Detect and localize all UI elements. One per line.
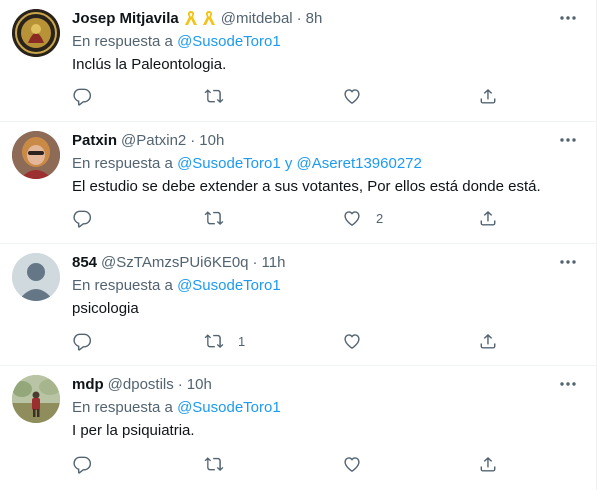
retweet-icon	[204, 86, 224, 106]
more-options-icon[interactable]	[558, 134, 578, 146]
user-handle[interactable]: @SzTAmzsPUi6KE0q	[101, 254, 249, 271]
share-button[interactable]	[478, 331, 498, 351]
yellow-ribbon-icon	[201, 9, 217, 27]
reply-prefix: En respuesta a	[72, 155, 173, 172]
replying-to: En respuesta a @SusodeToro1	[72, 276, 582, 296]
share-button[interactable]	[478, 208, 498, 228]
retweet-icon	[204, 331, 224, 351]
tweet[interactable]: mdp @dpostils · 10h En respuesta a @Suso…	[0, 366, 596, 490]
like-button[interactable]	[342, 454, 376, 474]
reply-button[interactable]	[72, 86, 106, 106]
heart-icon	[342, 331, 362, 351]
separator-dot: ·	[296, 9, 302, 27]
like-button[interactable]	[342, 331, 376, 351]
timestamp[interactable]: 8h	[306, 10, 323, 27]
heart-icon	[342, 208, 362, 228]
user-handle[interactable]: @dpostils	[108, 376, 174, 393]
tweet[interactable]: 854 @SzTAmzsPUi6KE0q · 11h En respuesta …	[0, 244, 596, 366]
retweet-button[interactable]	[204, 208, 238, 228]
share-button[interactable]	[478, 86, 498, 106]
reply-and-word: y	[284, 155, 293, 172]
tweet[interactable]: Josep Mitjavila @mitdebal · 8h En respue…	[0, 0, 596, 122]
replying-to: En respuesta a @SusodeToro1 y @Aseret139…	[72, 154, 582, 174]
display-name[interactable]: Patxin	[72, 132, 117, 149]
share-button[interactable]	[478, 454, 498, 474]
avatar[interactable]	[12, 131, 60, 179]
reply-icon	[72, 454, 92, 474]
like-count: 2	[376, 210, 384, 226]
share-icon	[478, 454, 498, 474]
timestamp[interactable]: 10h	[199, 132, 224, 149]
avatar[interactable]	[12, 375, 60, 423]
separator-dot: ·	[190, 131, 196, 149]
reply-icon	[72, 331, 92, 351]
heart-icon	[342, 454, 362, 474]
yellow-ribbon-icon	[183, 9, 199, 27]
reply-feed: Josep Mitjavila @mitdebal · 8h En respue…	[0, 0, 597, 490]
avatar[interactable]	[12, 9, 60, 57]
like-button[interactable]: 2	[342, 208, 383, 228]
retweet-icon	[204, 208, 224, 228]
more-options-icon[interactable]	[558, 378, 578, 390]
tweet[interactable]: Patxin @Patxin2 · 10h En respuesta a @Su…	[0, 122, 596, 244]
heart-icon	[342, 86, 362, 106]
tweet-text: Inclús la Paleontologia.	[72, 56, 227, 73]
retweet-count: 1	[238, 333, 246, 349]
reply-button[interactable]	[72, 208, 106, 228]
retweet-button[interactable]	[204, 454, 238, 474]
retweet-icon	[204, 454, 224, 474]
share-icon	[478, 208, 498, 228]
tweet-text: I per la psiquiatria.	[72, 422, 195, 439]
share-icon	[478, 331, 498, 351]
timestamp[interactable]: 11h	[262, 254, 286, 271]
reply-prefix: En respuesta a	[72, 33, 173, 50]
mention-link[interactable]: @SusodeToro1	[177, 155, 281, 172]
separator-dot: ·	[252, 253, 258, 271]
mention-link[interactable]: @SusodeToro1	[177, 399, 281, 416]
display-name[interactable]: Josep Mitjavila	[72, 10, 179, 27]
reply-button[interactable]	[72, 454, 106, 474]
reply-icon	[72, 86, 92, 106]
display-name[interactable]: 854	[72, 254, 97, 271]
user-handle[interactable]: @Patxin2	[121, 132, 186, 149]
retweet-button[interactable]	[204, 86, 238, 106]
reply-prefix: En respuesta a	[72, 399, 173, 416]
more-options-icon[interactable]	[558, 12, 578, 24]
display-name[interactable]: mdp	[72, 376, 104, 393]
reply-icon	[72, 208, 92, 228]
replying-to: En respuesta a @SusodeToro1	[72, 32, 582, 52]
timestamp[interactable]: 10h	[187, 376, 212, 393]
reply-button[interactable]	[72, 331, 106, 351]
mention-link[interactable]: @Aseret13960272	[297, 155, 422, 172]
retweet-button[interactable]: 1	[204, 331, 245, 351]
tweet-text: El estudio se debe extender a sus votant…	[72, 178, 541, 195]
share-icon	[478, 86, 498, 106]
user-handle[interactable]: @mitdebal	[221, 10, 293, 27]
replying-to: En respuesta a @SusodeToro1	[72, 398, 582, 418]
reply-prefix: En respuesta a	[72, 277, 173, 294]
separator-dot: ·	[177, 375, 183, 393]
like-button[interactable]	[342, 86, 376, 106]
mention-link[interactable]: @SusodeToro1	[177, 33, 281, 50]
tweet-text: psicologia	[72, 300, 139, 317]
more-options-icon[interactable]	[558, 256, 578, 268]
mention-link[interactable]: @SusodeToro1	[177, 277, 281, 294]
default-avatar[interactable]	[12, 253, 60, 301]
